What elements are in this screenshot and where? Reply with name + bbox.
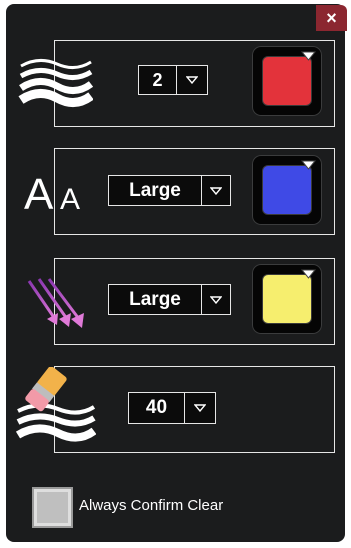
chevron-down-icon: [202, 176, 230, 205]
font-size-icon-small-letter: A: [60, 183, 80, 215]
arrows-icon: [27, 278, 84, 328]
arrow-color-picker[interactable]: [252, 264, 322, 334]
arrow-color-swatch: [262, 274, 312, 324]
caret-down-icon: [301, 269, 316, 279]
text-color-picker[interactable]: [252, 155, 322, 225]
line-color-swatch: [262, 56, 312, 106]
chevron-down-icon: [177, 66, 207, 94]
eraser-size-value: 40: [129, 393, 185, 423]
text-size-dropdown[interactable]: Large: [108, 175, 231, 206]
font-size-icon: A A: [24, 163, 94, 219]
waves-icon: [18, 59, 93, 107]
line-width-value: 2: [139, 66, 177, 94]
chevron-down-icon: [185, 393, 215, 423]
eraser-icon: [15, 367, 96, 442]
eraser-size-dropdown[interactable]: 40: [128, 392, 216, 424]
line-width-dropdown[interactable]: 2: [138, 65, 208, 95]
font-size-icon-big-letter: A: [24, 170, 54, 215]
caret-down-icon: [301, 51, 316, 61]
arrow-size-value: Large: [109, 285, 202, 314]
text-size-value: Large: [109, 176, 202, 205]
close-button[interactable]: ×: [316, 5, 347, 31]
text-color-swatch: [262, 165, 312, 215]
confirm-clear-label: Always Confirm Clear: [79, 497, 224, 514]
line-color-picker[interactable]: [252, 46, 322, 116]
confirm-clear-checkbox[interactable]: [32, 487, 73, 528]
caret-down-icon: [301, 160, 316, 170]
arrow-size-dropdown[interactable]: Large: [108, 284, 231, 315]
chevron-down-icon: [202, 285, 230, 314]
